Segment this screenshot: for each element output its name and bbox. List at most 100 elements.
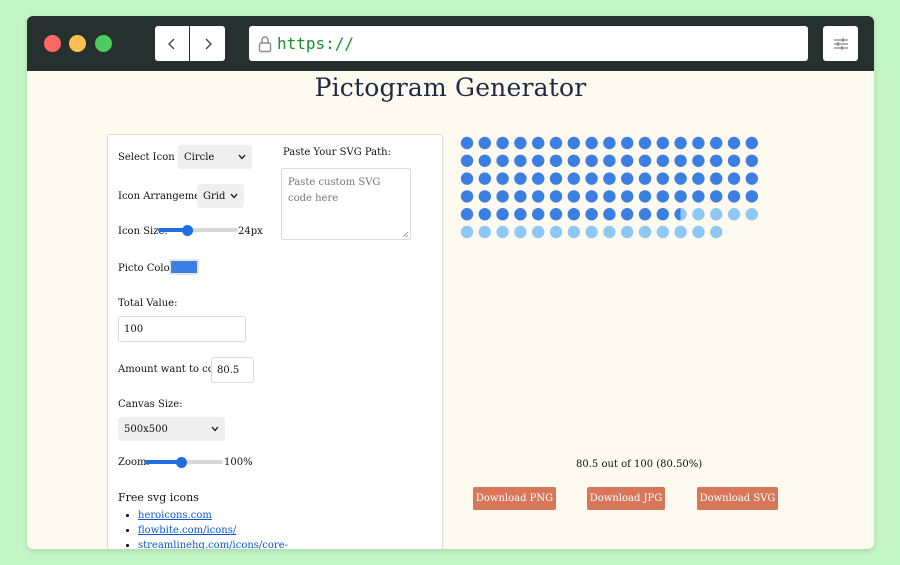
picto-icon [656, 172, 669, 185]
url-text: https:// [277, 34, 355, 53]
sliders-icon [833, 37, 848, 50]
picto-icon [549, 172, 563, 185]
picto-icon [621, 172, 634, 185]
picto-icon [656, 190, 669, 203]
icon-select-value: Circle [184, 151, 215, 163]
picto-icon [532, 208, 545, 221]
icon-size-value: 24px [238, 226, 263, 237]
picto-icon [621, 154, 634, 167]
settings-button[interactable] [823, 26, 858, 61]
picto-icon [603, 190, 616, 203]
canvas-size-value: 500x500 [124, 423, 168, 435]
picto-icon [585, 208, 598, 221]
list-item: flowbite.com/icons/ [138, 523, 288, 538]
resize-handle-icon[interactable] [402, 231, 409, 238]
picto-icon [638, 208, 652, 221]
picto-icon [638, 190, 652, 203]
picto-icon [514, 154, 527, 167]
page-title: Pictogram Generator [314, 73, 587, 102]
free-icons-title: Free svg icons [118, 491, 199, 504]
browser-window: https:// Pictogram Generator Select Icon… [27, 16, 874, 549]
chevron-down-icon [230, 193, 238, 199]
picto-icon [460, 172, 474, 185]
picto-icon [692, 172, 705, 185]
picto-icon [674, 154, 687, 167]
minimize-window-button[interactable] [69, 35, 86, 52]
zoom-value: 100% [224, 457, 253, 468]
picto-icon [674, 208, 687, 221]
zoom-slider-handle[interactable] [176, 456, 188, 468]
picto-icon [727, 190, 741, 203]
picto-icon [674, 225, 687, 239]
link-heroicons[interactable]: heroicons.com [138, 510, 212, 521]
icon-size-slider-handle[interactable] [182, 224, 194, 236]
picto-icon [532, 190, 545, 203]
picto-icon [603, 172, 616, 185]
picto-icon [621, 136, 634, 150]
picto-icon [727, 172, 741, 185]
arrangement-select[interactable]: Grid [197, 184, 244, 208]
picto-icon [514, 172, 527, 185]
picto-icon [496, 154, 509, 167]
picto-icon [567, 136, 580, 150]
picto-icon [496, 172, 509, 185]
picto-icon [585, 190, 598, 203]
maximize-window-button[interactable] [95, 35, 112, 52]
picto-icon [460, 225, 474, 239]
zoom-slider[interactable] [145, 456, 223, 468]
picto-icon [532, 154, 545, 167]
picto-icon [478, 172, 491, 185]
picto-icon [603, 154, 616, 167]
picto-icon [549, 225, 563, 239]
picto-icon [567, 225, 580, 239]
picto-icon [496, 190, 509, 203]
picto-icon [674, 136, 687, 150]
download-png-button[interactable]: Download PNG [473, 487, 556, 510]
picto-icon [603, 225, 616, 239]
picto-icon [745, 136, 758, 150]
picto-icon [478, 225, 491, 239]
picto-icon [514, 190, 527, 203]
svg-path-placeholder: Paste custom SVG code here [288, 177, 381, 204]
picto-icon [638, 172, 652, 185]
picto-icon [549, 208, 563, 221]
picto-icon [692, 208, 705, 221]
picto-icon [692, 225, 705, 239]
link-flowbite[interactable]: flowbite.com/icons/ [138, 525, 236, 536]
picto-icon [621, 225, 634, 239]
address-bar[interactable]: https:// [249, 26, 808, 61]
picto-icon [656, 208, 669, 221]
picto-icon [478, 136, 491, 150]
picto-icon [638, 136, 652, 150]
picto-icon [532, 172, 545, 185]
chevron-down-icon [211, 426, 219, 432]
picto-icon [514, 225, 527, 239]
picto-icon [460, 208, 474, 221]
picto-icon [549, 136, 563, 150]
picto-color-picker[interactable] [169, 259, 199, 275]
picto-icon [567, 190, 580, 203]
picto-icon [638, 154, 652, 167]
svg-path-textarea[interactable]: Paste custom SVG code here [281, 168, 411, 240]
icon-select[interactable]: Circle [178, 145, 252, 169]
lock-icon [257, 34, 273, 54]
chevron-right-icon [205, 38, 212, 49]
total-value-input[interactable]: 100 [118, 316, 246, 342]
icon-size-slider[interactable] [158, 224, 238, 236]
picto-icon [585, 154, 598, 167]
total-value-label: Total Value: [118, 298, 178, 309]
picto-icon [710, 225, 723, 239]
picto-icon [460, 154, 474, 167]
close-window-button[interactable] [44, 35, 61, 52]
link-streamline[interactable]: streamlinehq.com/icons/core- [138, 540, 288, 549]
picto-icon [460, 190, 474, 203]
download-jpg-button[interactable]: Download JPG [587, 487, 665, 510]
amount-input[interactable]: 80.5 [211, 357, 254, 383]
download-svg-button[interactable]: Download SVG [697, 487, 778, 510]
picto-icon [496, 225, 509, 239]
picto-icon [478, 208, 491, 221]
picto-icon [710, 154, 723, 167]
canvas-size-select[interactable]: 500x500 [118, 417, 225, 441]
forward-button[interactable] [190, 26, 225, 61]
back-button[interactable] [155, 26, 190, 61]
